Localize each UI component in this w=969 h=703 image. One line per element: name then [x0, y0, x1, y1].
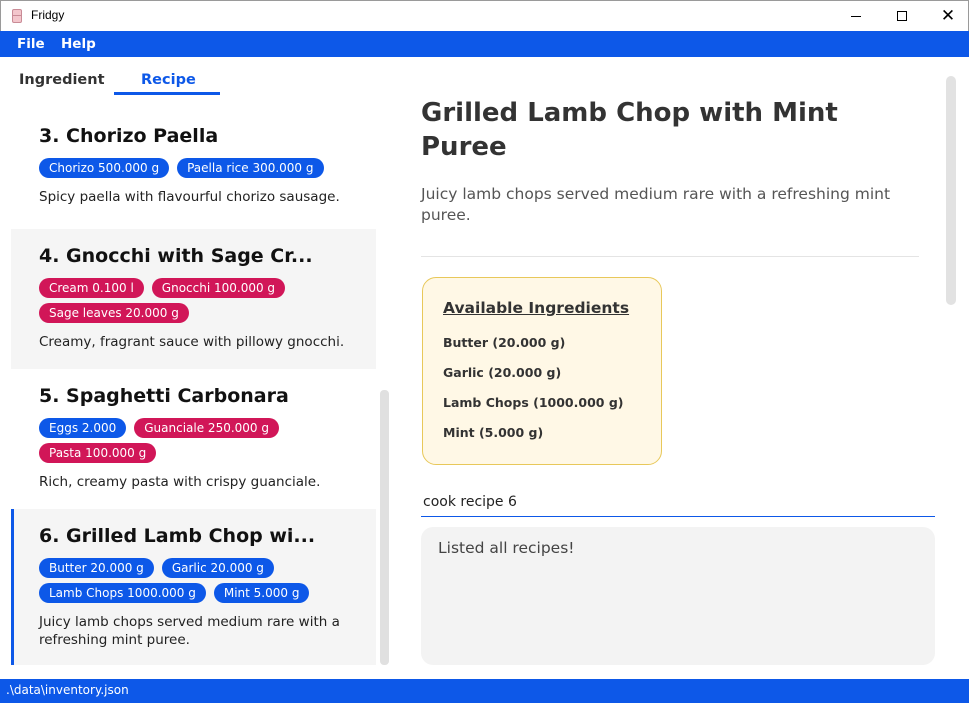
recipe-detail-title: Grilled Lamb Chop with Mint Puree — [421, 98, 838, 162]
available-ingredients-box: Available Ingredients Butter (20.000 g) … — [422, 277, 662, 465]
ingredient-tag: Chorizo 500.000 g — [39, 158, 170, 178]
result-message: Listed all recipes! — [438, 539, 575, 557]
ingredient-tag: Cream 0.100 l — [39, 278, 144, 298]
maximize-icon — [897, 11, 907, 21]
ingredient-tag: Guanciale 250.000 g — [134, 418, 279, 438]
menu-file[interactable]: File — [17, 36, 45, 52]
recipe-detail-description: Juicy lamb chops served medium rare with… — [421, 185, 891, 224]
recipe-title: 6. Grilled Lamb Chop wi... — [39, 525, 316, 547]
ingredient-tag: Pasta 100.000 g — [39, 443, 157, 463]
available-ingredients-heading: Available Ingredients — [443, 299, 630, 317]
command-input[interactable] — [421, 488, 935, 517]
tab-ingredient[interactable]: Ingredient — [19, 72, 105, 88]
recipe-card[interactable]: 3. Chorizo Paella Chorizo 500.000 g Pael… — [11, 110, 376, 229]
ingredient-item: Garlic (20.000 g) — [443, 365, 562, 380]
ingredient-tag: Butter 20.000 g — [39, 558, 154, 578]
recipe-title: 4. Gnocchi with Sage Cr... — [39, 245, 313, 267]
close-icon: ✕ — [940, 5, 956, 26]
detail-scrollbar[interactable] — [946, 76, 956, 305]
recipe-title: 5. Spaghetti Carbonara — [39, 385, 289, 407]
recipe-card[interactable]: 4. Gnocchi with Sage Cr... Cream 0.100 l… — [11, 229, 376, 369]
close-button[interactable]: ✕ — [925, 1, 969, 31]
recipe-tags: Chorizo 500.000 g Paella rice 300.000 g — [39, 158, 369, 178]
recipe-description: Creamy, fragrant sauce with pillowy gnoc… — [39, 334, 345, 350]
ingredient-tag: Sage leaves 20.000 g — [39, 303, 189, 323]
recipe-description: Rich, creamy pasta with crispy guanciale… — [39, 474, 321, 490]
recipe-list-scrollbar[interactable] — [380, 390, 389, 665]
ingredient-tag: Eggs 2.000 — [39, 418, 127, 438]
ingredient-item: Lamb Chops (1000.000 g) — [443, 395, 624, 410]
result-display: Listed all recipes! — [421, 527, 935, 665]
ingredient-tag: Lamb Chops 1000.000 g — [39, 583, 206, 603]
tab-recipe[interactable]: Recipe — [141, 72, 196, 88]
ingredient-tag: Mint 5.000 g — [213, 583, 310, 603]
minimize-icon — [851, 15, 861, 17]
menu-bar: File Help — [0, 31, 969, 57]
storage-path: .\data\inventory.json — [6, 683, 129, 697]
recipe-tags: Butter 20.000 g Garlic 20.000 g Lamb Cho… — [39, 558, 369, 603]
active-tab-indicator — [114, 92, 220, 95]
recipe-list[interactable]: 3. Chorizo Paella Chorizo 500.000 g Pael… — [11, 110, 376, 665]
ingredient-item: Butter (20.000 g) — [443, 335, 566, 350]
fridge-icon — [12, 9, 22, 23]
recipe-description: Spicy paella with flavourful chorizo sau… — [39, 189, 340, 205]
window-title: Fridgy — [31, 8, 65, 22]
status-bar: .\data\inventory.json — [0, 679, 969, 703]
ingredient-tag: Gnocchi 100.000 g — [151, 278, 286, 298]
recipe-tags: Cream 0.100 l Gnocchi 100.000 g Sage lea… — [39, 278, 369, 323]
menu-help[interactable]: Help — [61, 36, 96, 52]
divider — [421, 256, 919, 257]
recipe-title: 3. Chorizo Paella — [39, 125, 219, 147]
title-bar: Fridgy ✕ — [0, 0, 969, 31]
ingredient-tag: Paella rice 300.000 g — [177, 158, 324, 178]
ingredient-tag: Garlic 20.000 g — [161, 558, 274, 578]
minimize-button[interactable] — [833, 1, 879, 31]
recipe-description: Juicy lamb chops served medium rare with… — [39, 614, 340, 648]
recipe-card-selected[interactable]: 6. Grilled Lamb Chop wi... Butter 20.000… — [11, 509, 376, 665]
ingredient-item: Mint (5.000 g) — [443, 425, 544, 440]
maximize-button[interactable] — [879, 1, 925, 31]
recipe-tags: Eggs 2.000 Guanciale 250.000 g Pasta 100… — [39, 418, 369, 463]
recipe-card[interactable]: 5. Spaghetti Carbonara Eggs 2.000 Guanci… — [11, 369, 376, 509]
